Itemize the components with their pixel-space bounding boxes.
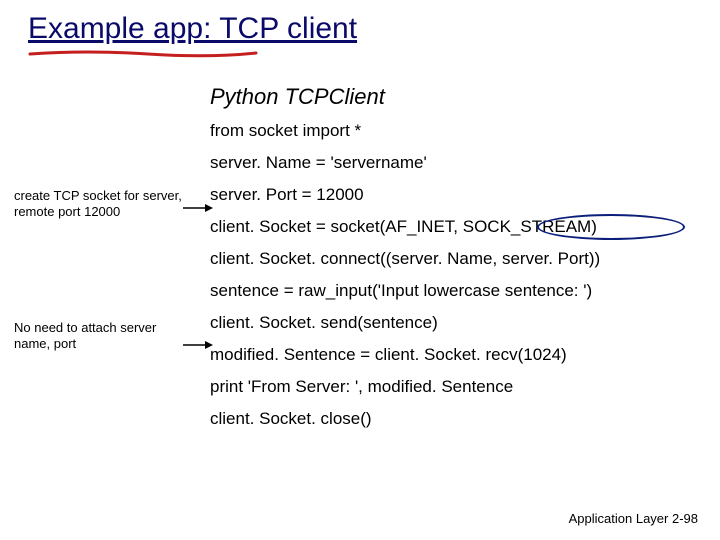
arrow-icon — [183, 337, 213, 355]
code-line: server. Name = 'servername' — [210, 154, 600, 171]
slide-footer: Application Layer 2-98 — [569, 511, 698, 526]
code-line: client. Socket. close() — [210, 410, 600, 427]
code-block: from socket import * server. Name = 'ser… — [210, 122, 600, 442]
annotation-create-socket: create TCP socket for server, remote por… — [14, 188, 189, 221]
code-line: modified. Sentence = client. Socket. rec… — [210, 346, 600, 363]
slide-title: Example app: TCP client — [28, 12, 357, 46]
arrow-icon — [183, 200, 213, 218]
code-line: from socket import * — [210, 122, 600, 139]
code-line: print 'From Server: ', modified. Sentenc… — [210, 378, 600, 395]
code-line: server. Port = 12000 — [210, 186, 600, 203]
code-line: client. Socket. send(sentence) — [210, 314, 600, 331]
sock-stream-highlight-oval — [537, 214, 685, 240]
slide-subtitle: Python TCPClient — [210, 84, 385, 110]
annotation-no-attach: No need to attach server name, port — [14, 320, 189, 353]
code-line: client. Socket. connect((server. Name, s… — [210, 250, 600, 267]
title-hand-underline — [28, 46, 258, 56]
code-line: sentence = raw_input('Input lowercase se… — [210, 282, 600, 299]
